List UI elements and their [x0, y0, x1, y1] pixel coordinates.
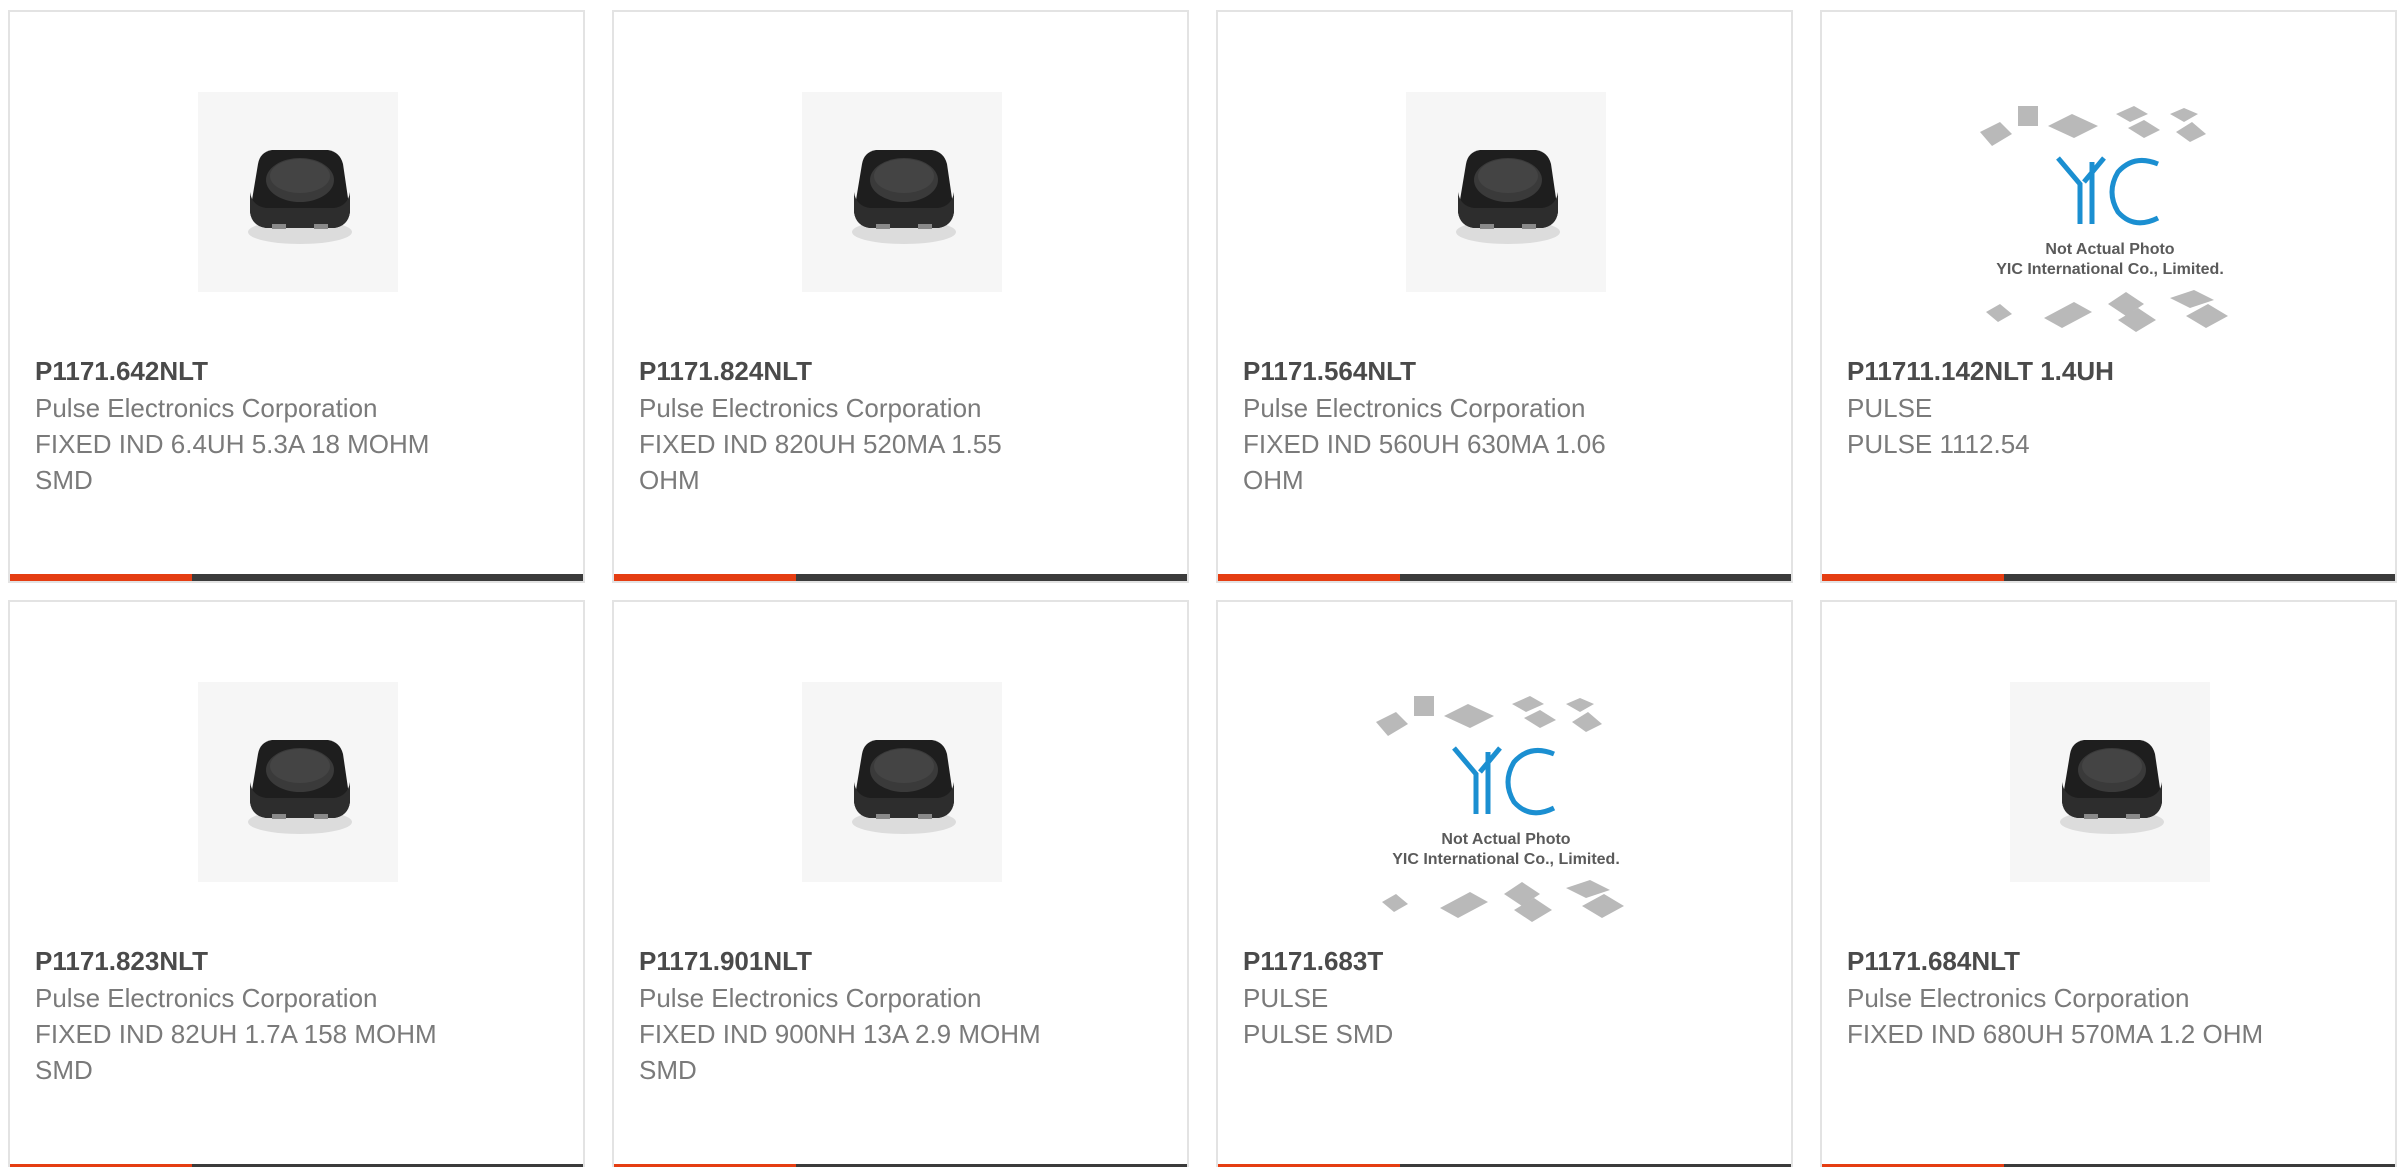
- placeholder-caption-2: YIC International Co., Limited.: [1392, 851, 1620, 868]
- product-image[interactable]: [10, 662, 583, 942]
- part-number-link[interactable]: P1171.684NLT: [1847, 942, 2267, 980]
- product-card[interactable]: Not Actual Photo YIC International Co., …: [1820, 10, 2397, 583]
- card-bottom-bar: [1822, 574, 2395, 581]
- placeholder-photo-icon: Not Actual Photo YIC International Co., …: [1980, 106, 2228, 332]
- product-description: FIXED IND 560UH 630MA 1.06 OHM: [1243, 429, 1606, 495]
- product-card[interactable]: P1171.684NLT Pulse Electronics Corporati…: [1820, 600, 2397, 1167]
- part-number-link[interactable]: P1171.823NLT: [35, 942, 455, 980]
- product-card[interactable]: P1171.901NLT Pulse Electronics Corporati…: [612, 600, 1189, 1167]
- manufacturer-name: Pulse Electronics Corporation: [639, 983, 982, 1013]
- part-number-link[interactable]: P1171.564NLT: [1243, 352, 1663, 390]
- product-card[interactable]: P1171.824NLT Pulse Electronics Corporati…: [612, 10, 1189, 583]
- product-description: FIXED IND 680UH 570MA 1.2 OHM: [1847, 1019, 2264, 1049]
- card-accent-bar: [614, 574, 796, 581]
- inductor-icon: [802, 682, 1002, 882]
- card-bottom-bar: [1218, 574, 1791, 581]
- manufacturer-name: Pulse Electronics Corporation: [639, 393, 982, 423]
- product-card[interactable]: P1171.823NLT Pulse Electronics Corporati…: [8, 600, 585, 1167]
- product-image[interactable]: [1822, 662, 2395, 942]
- card-accent-bar: [10, 574, 192, 581]
- product-description: PULSE 1112.54: [1847, 429, 2030, 459]
- part-number-link[interactable]: P11711.142NLT 1.4UH: [1847, 352, 2267, 390]
- manufacturer-name: Pulse Electronics Corporation: [35, 393, 378, 423]
- product-description: PULSE SMD: [1243, 1019, 1394, 1049]
- manufacturer-name: PULSE: [1847, 393, 1933, 423]
- product-image[interactable]: Not Actual Photo YIC International Co., …: [1822, 102, 2395, 382]
- product-card[interactable]: Not Actual Photo YIC International Co., …: [1216, 600, 1793, 1167]
- product-image[interactable]: [1218, 72, 1791, 352]
- placeholder-caption-1: Not Actual Photo: [1441, 831, 1570, 848]
- card-bottom-bar: [10, 574, 583, 581]
- card-accent-bar: [1822, 574, 2004, 581]
- part-number-link[interactable]: P1171.901NLT: [639, 942, 1059, 980]
- manufacturer-name: PULSE: [1243, 983, 1329, 1013]
- inductor-icon: [1406, 92, 1606, 292]
- inductor-icon: [2010, 682, 2210, 882]
- placeholder-photo-icon: Not Actual Photo YIC International Co., …: [1376, 696, 1624, 922]
- part-number-link[interactable]: P1171.824NLT: [639, 352, 1059, 390]
- manufacturer-name: Pulse Electronics Corporation: [35, 983, 378, 1013]
- product-description: FIXED IND 820UH 520MA 1.55 OHM: [639, 429, 1002, 495]
- placeholder-caption-2: YIC International Co., Limited.: [1996, 261, 2224, 278]
- placeholder-caption-1: Not Actual Photo: [2045, 241, 2174, 258]
- product-image[interactable]: [614, 72, 1187, 352]
- product-description: FIXED IND 82UH 1.7A 158 MOHM SMD: [35, 1019, 437, 1085]
- product-card[interactable]: P1171.642NLT Pulse Electronics Corporati…: [8, 10, 585, 583]
- product-card[interactable]: P1171.564NLT Pulse Electronics Corporati…: [1216, 10, 1793, 583]
- product-image[interactable]: [614, 662, 1187, 942]
- manufacturer-name: Pulse Electronics Corporation: [1847, 983, 2190, 1013]
- manufacturer-name: Pulse Electronics Corporation: [1243, 393, 1586, 423]
- card-accent-bar: [1218, 574, 1400, 581]
- product-grid: P1171.642NLT Pulse Electronics Corporati…: [0, 0, 2400, 1167]
- product-image[interactable]: Not Actual Photo YIC International Co., …: [1218, 692, 1791, 972]
- product-description: FIXED IND 900NH 13A 2.9 MOHM SMD: [639, 1019, 1041, 1085]
- product-description: FIXED IND 6.4UH 5.3A 18 MOHM SMD: [35, 429, 430, 495]
- card-bottom-bar: [614, 574, 1187, 581]
- part-number-link[interactable]: P1171.642NLT: [35, 352, 455, 390]
- inductor-icon: [802, 92, 1002, 292]
- part-number-link[interactable]: P1171.683T: [1243, 942, 1663, 980]
- inductor-icon: [198, 92, 398, 292]
- product-image[interactable]: [10, 72, 583, 352]
- inductor-icon: [198, 682, 398, 882]
